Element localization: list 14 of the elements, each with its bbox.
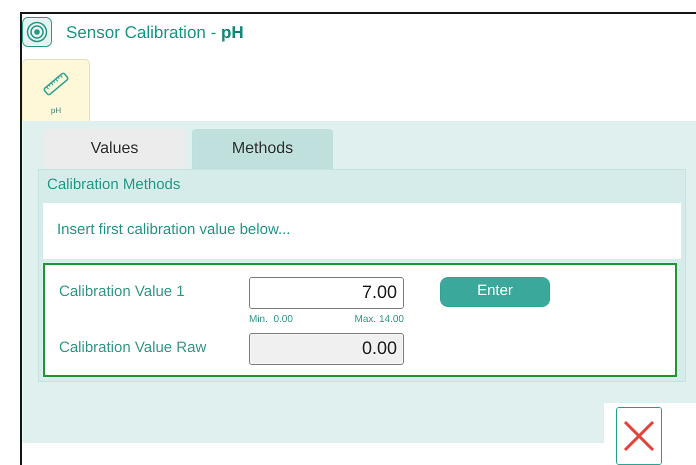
message-text: Insert first calibration value below... [43,202,681,258]
device-tab[interactable]: pH [22,59,90,121]
max-label: Max. 14.00 [354,312,404,326]
tab[interactable]: Values [44,129,185,169]
app-icon [22,17,52,48]
group-title: Calibration Methods [46,175,182,195]
window-title: Sensor Calibration - pH [66,22,244,44]
close-icon [622,419,656,453]
min-label: Min. 0.00 [249,312,293,326]
input-field[interactable]: 7.00 [249,276,404,308]
tab[interactable]: Methods [192,129,333,169]
field-label: Calibration Value 1 [59,282,186,302]
close-button[interactable] [616,407,662,465]
field-label: Calibration Value Raw [59,338,208,358]
